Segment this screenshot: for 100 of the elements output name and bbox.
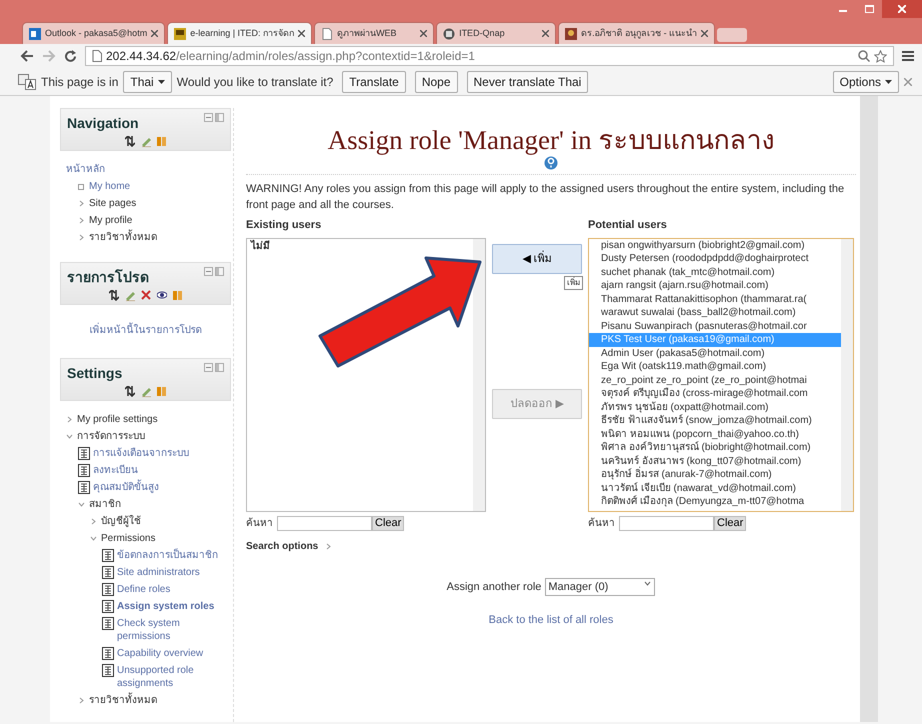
roles-icon[interactable] <box>172 290 182 301</box>
chevron-down-icon[interactable] <box>90 535 97 542</box>
tree-link[interactable]: My profile settings <box>77 413 158 426</box>
tree-link[interactable]: Unsupported role assignments <box>117 664 231 690</box>
language-dropdown[interactable]: Thai <box>123 70 172 92</box>
tree-link[interactable]: การจัดการระบบ <box>77 430 145 443</box>
list-option[interactable]: Pisanu Suwanpirach (pasnuteras@hotmail.cor <box>589 320 841 334</box>
browser-tab[interactable]: Outlook - pakasa5@hotm <box>22 22 166 44</box>
browser-tab[interactable]: ดูภาพผ่านWEB <box>314 22 434 44</box>
list-option[interactable]: ภัทรพร นุชน้อย (oxpatt@hotmail.com) <box>589 400 841 414</box>
list-option[interactable]: พนิดา หอมแพน (popcorn_thai@yahoo.co.th) <box>589 428 841 442</box>
search-options-link[interactable]: Search options <box>246 538 318 554</box>
translate-bar-button[interactable]: Never translate Thai <box>466 70 588 92</box>
list-option[interactable]: จตุรงค์ ตรีบุญเมือง (cross-mirage@hotmail.com <box>589 387 841 401</box>
move-icon[interactable] <box>124 136 134 147</box>
tree-link[interactable]: Capability overview <box>117 647 204 660</box>
search-field[interactable] <box>619 516 714 531</box>
zoom-icon[interactable] <box>858 50 870 62</box>
dock-icon[interactable] <box>204 113 224 123</box>
browser-tab[interactable]: ดร.อภิชาติ อนุกูลเวช - แนะนำ <box>558 22 716 44</box>
list-option[interactable]: suchet phanak (tak_mtc@hotmail.com) <box>589 266 841 280</box>
chevron-right-icon[interactable] <box>78 697 85 704</box>
role-dropdown[interactable]: Manager (0) <box>545 578 656 596</box>
list-option[interactable]: ไม่มี <box>247 240 274 254</box>
back-link[interactable]: Back to the list of all roles <box>488 614 614 626</box>
tree-link[interactable]: ข้อตกลงการเป็นสมาชิก <box>117 549 218 562</box>
chevron-right-icon[interactable] <box>78 217 85 224</box>
close-icon[interactable] <box>420 30 428 37</box>
tree-link[interactable]: สมาชิก <box>89 498 121 511</box>
list-option[interactable]: Dusty Petersen (roododpdpdd@doghairprotect <box>589 252 841 266</box>
tree-link[interactable]: My profile <box>89 214 132 227</box>
user-list[interactable] <box>588 238 854 512</box>
roles-icon[interactable] <box>156 136 166 147</box>
translate-bar-button[interactable]: Nope <box>414 70 458 92</box>
tree-link[interactable]: รายวิชาทั้งหมด <box>89 694 157 707</box>
dock-icon[interactable] <box>204 363 224 373</box>
tree-link[interactable]: การแจ้งเตือนจากระบบ <box>93 447 189 460</box>
chevron-down-icon[interactable] <box>78 501 85 508</box>
menu-icon[interactable] <box>902 50 914 62</box>
scrollbar[interactable] <box>860 96 878 722</box>
chevron-down-icon[interactable] <box>66 433 73 440</box>
list-option[interactable]: ธีรชัย ฟ้าแสงจันทร์ (snow_jomza@hotmail.com) <box>589 414 841 428</box>
tree-link[interactable]: คุณสมบัติขั้นสูง <box>93 481 159 494</box>
list-option[interactable]: warawut suwalai (bass_ball2@hotmail.com) <box>589 306 841 320</box>
list-option[interactable]: นาวรัตน์ เจียเบีย (nawarat_vd@hotmail.com) <box>589 482 841 496</box>
chevron-right-icon[interactable] <box>66 416 73 424</box>
tree-link[interactable]: Site pages <box>89 197 136 210</box>
move-icon[interactable] <box>108 290 118 301</box>
list-option[interactable]: Thammarat Rattanakittisophon (thammarat.ra( <box>589 292 841 306</box>
clear-button[interactable]: Clear <box>714 516 746 531</box>
favorite-link[interactable]: เพิ่มหน้านี้ในรายการโปรด <box>60 305 231 342</box>
edit-icon[interactable] <box>140 386 150 397</box>
tree-link[interactable]: Define roles <box>117 583 170 596</box>
search-field[interactable] <box>277 516 372 531</box>
forward-icon[interactable] <box>42 50 56 62</box>
close-icon[interactable] <box>542 30 550 37</box>
dock-icon[interactable] <box>204 267 224 277</box>
roles-icon[interactable] <box>156 386 166 397</box>
list-option[interactable]: ze_ro_point ze_ro_point (ze_ro_point@hotmai <box>589 374 841 388</box>
tree-link[interactable]: บัญชีผู้ใช้ <box>101 515 141 528</box>
list-option[interactable]: กิตติพงศ์ เมืองกุล (Demyungza_m-tt07@hotma <box>589 495 841 509</box>
maximize-icon[interactable] <box>864 5 874 13</box>
list-option[interactable]: ajarn rangsit (ajarn.rsu@hotmail.com) <box>589 279 841 293</box>
chevron-right-icon[interactable] <box>326 542 332 550</box>
clear-button[interactable]: Clear <box>372 516 404 531</box>
star-icon[interactable] <box>874 50 887 62</box>
tree-link[interactable]: Permissions <box>101 532 156 545</box>
tree-link[interactable]: ลงทะเบียน <box>93 464 138 477</box>
list-option[interactable]: Admin User (pakasa5@hotmail.com) <box>589 346 841 360</box>
tree-link[interactable]: Site administrators <box>117 566 200 579</box>
chevron-right-icon[interactable] <box>78 234 85 242</box>
close-icon[interactable] <box>151 30 158 37</box>
edit-icon[interactable] <box>140 136 150 147</box>
scrollbar[interactable] <box>841 238 853 511</box>
new-tab-button[interactable] <box>717 28 748 42</box>
tree-link[interactable]: หน้าหลัก <box>66 163 105 176</box>
list-option[interactable]: อนุรักษ์ อิ่มรส (anurak-7@hotmail.com) <box>589 468 841 482</box>
add-button[interactable]: ◀ เพิ่ม <box>492 244 582 274</box>
tree-link[interactable]: รายวิชาทั้งหมด <box>89 231 157 244</box>
delete-icon[interactable] <box>140 290 150 301</box>
close-icon[interactable] <box>701 30 708 37</box>
translate-bar-button[interactable]: Translate <box>342 70 406 92</box>
list-option[interactable]: pisan ongwithyarsurn (biobright2@gmail.com) <box>589 238 841 252</box>
help-icon[interactable] <box>544 156 558 170</box>
browser-tab[interactable]: ITED-Qnap <box>436 22 556 44</box>
eye-icon[interactable] <box>156 290 166 301</box>
scrollbar[interactable] <box>473 238 485 511</box>
chevron-right-icon[interactable] <box>78 200 85 208</box>
tree-link[interactable]: My home <box>89 180 130 193</box>
address-bar[interactable]: 202.44.34.62/elearning/admin/roles/assign.php?contextid=1&roleid=1 <box>85 46 894 66</box>
reload-icon[interactable] <box>64 50 77 62</box>
options-button[interactable]: Options <box>832 70 899 92</box>
chevron-right-icon[interactable] <box>90 518 97 526</box>
list-option[interactable]: Ega Wit (oatsk119.math@gmail.com) <box>589 360 841 374</box>
move-icon[interactable] <box>124 386 134 397</box>
close-icon[interactable] <box>298 30 306 37</box>
list-option[interactable]: นครินทร์ อังสนาพร (kong_tt07@hotmail.com) <box>589 454 841 468</box>
tree-link[interactable]: Assign system roles <box>117 600 214 613</box>
tree-link[interactable]: Check system permissions <box>117 617 231 643</box>
list-option[interactable]: พิศาล องค์วิทยานุสรณ์ (biobright@hotmail.com) <box>589 441 841 455</box>
